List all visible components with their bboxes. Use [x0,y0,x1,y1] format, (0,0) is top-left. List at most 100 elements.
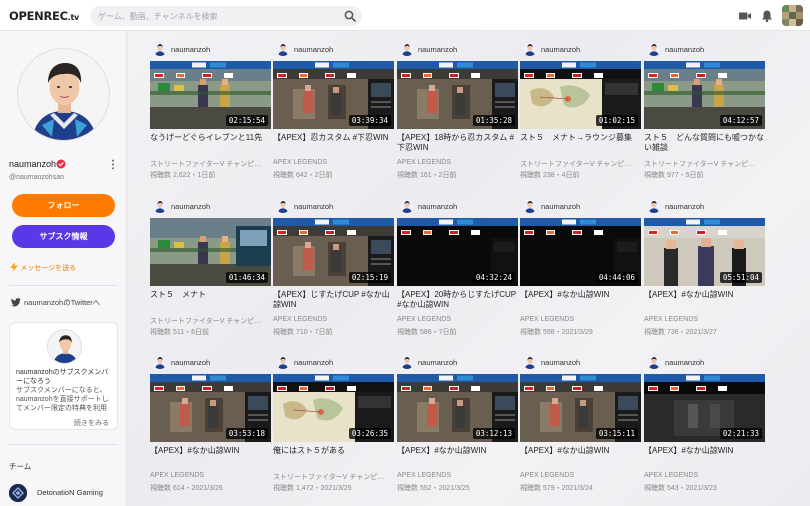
video-thumbnail[interactable]: 05:51:04 [644,218,765,286]
uploader-name[interactable]: naumanzoh [171,202,210,211]
uploader-avatar[interactable] [400,42,414,56]
bell-icon[interactable] [760,9,774,23]
video-card[interactable]: naumanzoh 01:35:28 【APEX】18時から忍カスタム #下忍WIN… [397,42,519,192]
uploader-name[interactable]: naumanzoh [294,202,333,211]
video-card[interactable]: naumanzoh 04:44:06 【APEX】#なか山諒WIN APEX LEGE… [520,199,642,349]
video-thumbnail[interactable]: 04:12:57 [644,61,765,129]
video-game[interactable]: APEX LEGENDS [150,472,271,479]
video-game[interactable]: APEX LEGENDS [397,472,518,479]
channel-avatar[interactable] [17,48,110,141]
video-card[interactable]: naumanzoh 04:12:57 スト５ どんな質問にも嘘つかない雑談ストリート… [644,42,766,192]
uploader-avatar[interactable] [523,355,537,369]
uploader-name[interactable]: naumanzoh [418,202,457,211]
video-card[interactable]: naumanzoh 02:21:33 【APEX】#なか山諒WIN APEX LEGE… [644,355,766,505]
uploader-avatar[interactable] [276,42,290,56]
video-card[interactable]: naumanzoh 01:02:15 スト５ メナト→ラウンジ募集ストリートファイタ… [520,42,642,192]
video-title[interactable]: 【APEX】20時からじすたげCUP #なか山諒WIN [397,290,518,312]
video-card[interactable]: naumanzoh 02:15:54 なうげーどぐらイレブンと11先 ストリートファイ… [150,42,272,192]
uploader-name[interactable]: naumanzoh [418,358,457,367]
uploader-avatar[interactable] [276,199,290,213]
video-title[interactable]: スト５ メナト→ラウンジ募集 [520,133,641,155]
video-card[interactable]: naumanzoh 05:51:04 【APEX】#なか山諒WIN APEX LEGE… [644,199,766,349]
uploader-avatar[interactable] [400,355,414,369]
more-options-icon[interactable] [110,159,116,170]
twitter-link[interactable]: naumanzohのTwitterへ [11,297,100,308]
video-game[interactable]: APEX LEGENDS [273,159,394,166]
video-card[interactable]: naumanzoh 01:46:34 スト５ メナトストリートファイターV チャンピ… [150,199,272,349]
video-title[interactable]: 【APEX】#なか山諒WIN [150,446,271,468]
video-title[interactable]: 【APEX】18時から忍カスタム #下忍WIN [397,133,518,155]
video-game[interactable]: APEX LEGENDS [273,316,394,323]
uploader-name[interactable]: naumanzoh [171,45,210,54]
video-title[interactable]: スト５ どんな質問にも嘘つかない雑談 [644,133,765,155]
follow-button[interactable]: フォロー [12,194,115,217]
video-title[interactable]: 【APEX】#なか山諒WIN [520,446,641,468]
video-title[interactable]: 【APEX】#なか山諒WIN [644,446,765,468]
uploader-name[interactable]: naumanzoh [665,202,704,211]
video-thumbnail[interactable]: 02:15:19 [273,218,394,286]
video-game[interactable]: APEX LEGENDS [520,472,641,479]
video-game[interactable]: ストリートファイターV チャンピ… [644,159,765,169]
video-title[interactable]: 【APEX】じすたげCUP #なか山諒WIN [273,290,394,312]
video-game[interactable]: APEX LEGENDS [644,472,765,479]
uploader-name[interactable]: naumanzoh [665,358,704,367]
video-thumbnail[interactable]: 04:44:06 [520,218,641,286]
uploader-name[interactable]: naumanzoh [294,358,333,367]
uploader-avatar[interactable] [523,199,537,213]
video-title[interactable]: 【APEX】#なか山諒WIN [644,290,765,312]
video-card[interactable]: naumanzoh 03:15:11 【APEX】#なか山諒WIN APEX LEGE… [520,355,642,505]
video-thumbnail[interactable]: 03:15:11 [520,374,641,442]
uploader-name[interactable]: naumanzoh [541,202,580,211]
uploader-avatar[interactable] [523,42,537,56]
video-thumbnail[interactable]: 03:39:34 [273,61,394,129]
video-thumbnail[interactable]: 03:26:35 [273,374,394,442]
search-icon[interactable] [344,10,356,22]
video-game[interactable]: APEX LEGENDS [397,316,518,323]
video-card[interactable]: naumanzoh 03:12:13 【APEX】#なか山諒WIN APEX LEGE… [397,355,519,505]
send-message-link[interactable]: メッセージを送る [10,262,76,273]
uploader-avatar[interactable] [153,199,167,213]
video-card[interactable]: naumanzoh 03:53:18 【APEX】#なか山諒WIN APEX LEGE… [150,355,272,505]
uploader-avatar[interactable] [400,199,414,213]
uploader-name[interactable]: naumanzoh [665,45,704,54]
video-card[interactable]: naumanzoh 04:32:24 【APEX】20時からじすたげCUP #なか山… [397,199,519,349]
video-thumbnail[interactable]: 03:12:13 [397,374,518,442]
video-title[interactable]: なうげーどぐらイレブンと11先 [150,133,271,155]
uploader-name[interactable]: naumanzoh [171,358,210,367]
uploader-name[interactable]: naumanzoh [541,45,580,54]
uploader-avatar[interactable] [153,42,167,56]
video-thumbnail[interactable]: 03:53:18 [150,374,271,442]
video-thumbnail[interactable]: 01:02:15 [520,61,641,129]
video-card[interactable]: naumanzoh 02:15:19 【APEX】じすたげCUP #なか山諒WIN A… [273,199,395,349]
video-title[interactable]: 俺にはスト５がある [273,446,394,468]
read-more-link[interactable]: 続きをみる [74,418,109,428]
video-title[interactable]: スト５ メナト [150,290,271,312]
video-thumbnail[interactable]: 01:35:28 [397,61,518,129]
search-input[interactable] [98,6,338,26]
video-thumbnail[interactable]: 04:32:24 [397,218,518,286]
uploader-name[interactable]: naumanzoh [294,45,333,54]
user-avatar[interactable] [782,5,803,26]
video-thumbnail[interactable]: 01:46:34 [150,218,271,286]
video-card[interactable]: naumanzoh 03:26:35 俺にはスト５があるストリートファイターV チャ… [273,355,395,505]
video-camera-icon[interactable] [738,9,752,23]
video-thumbnail[interactable]: 02:21:33 [644,374,765,442]
uploader-avatar[interactable] [153,355,167,369]
video-card[interactable]: naumanzoh 03:39:34 【APEX】忍カスタム #下忍WIN APEX … [273,42,395,192]
uploader-avatar[interactable] [647,199,661,213]
uploader-avatar[interactable] [647,355,661,369]
video-game[interactable]: ストリートファイターV チャンピ… [150,316,271,326]
video-game[interactable]: ストリートファイターV チャンピ… [150,159,271,169]
openrec-logo[interactable]: OPENREC.tv [9,9,79,23]
video-game[interactable]: ストリートファイターV チャンピ… [273,472,394,482]
video-title[interactable]: 【APEX】忍カスタム #下忍WIN [273,133,394,155]
video-title[interactable]: 【APEX】#なか山諒WIN [397,446,518,468]
uploader-name[interactable]: naumanzoh [418,45,457,54]
video-game[interactable]: ストリートファイターV チャンピ… [520,159,641,169]
video-title[interactable]: 【APEX】#なか山諒WIN [520,290,641,312]
uploader-avatar[interactable] [647,42,661,56]
video-game[interactable]: APEX LEGENDS [397,159,518,166]
video-game[interactable]: APEX LEGENDS [644,316,765,323]
subscribe-info-button[interactable]: サブスク情報 [12,225,115,248]
uploader-name[interactable]: naumanzoh [541,358,580,367]
